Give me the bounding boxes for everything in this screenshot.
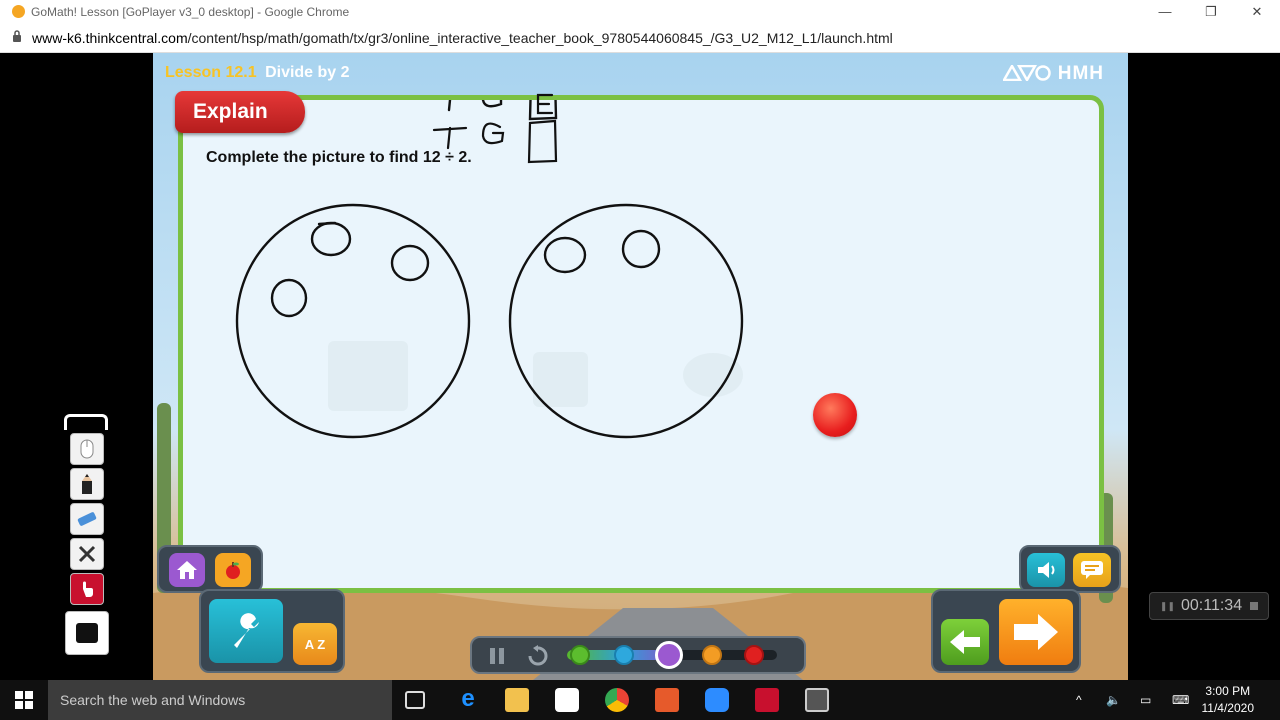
- pointer-app-icon[interactable]: [755, 688, 779, 712]
- step-2[interactable]: [614, 645, 634, 665]
- pause-button[interactable]: [486, 645, 508, 667]
- timer-value: 00:11:34: [1181, 597, 1243, 614]
- counter-drawn: [270, 278, 308, 318]
- speech-bubble-icon: [1081, 561, 1103, 579]
- url-text[interactable]: www-k6.thinkcentral.com/content/hsp/math…: [32, 30, 893, 46]
- eraser-icon: [77, 512, 97, 526]
- url-host: www-k6.thinkcentral.com: [32, 29, 188, 46]
- start-button[interactable]: [0, 680, 48, 720]
- whiteboard[interactable]: [178, 95, 1104, 593]
- screen-lock-tool[interactable]: [65, 611, 109, 655]
- screen-recorder-icon[interactable]: [805, 688, 829, 712]
- lesson-name: Divide by 2: [265, 64, 350, 81]
- captions-button[interactable]: [1073, 553, 1111, 587]
- wrench-icon: [234, 613, 259, 648]
- back-button[interactable]: [941, 619, 989, 665]
- screen: GoMath! Lesson [GoPlayer v3_0 desktop] -…: [0, 0, 1280, 720]
- pencil-tool[interactable]: [70, 468, 104, 500]
- system-clock[interactable]: 3:00 PM 11/4/2020: [1202, 683, 1255, 717]
- group-circle-1: [235, 203, 471, 439]
- address-bar[interactable]: www-k6.thinkcentral.com/content/hsp/math…: [0, 23, 1280, 53]
- counter-drawn: [543, 236, 587, 274]
- notifications-icon[interactable]: ▭: [1140, 680, 1151, 720]
- mouse-pointer-tool[interactable]: [70, 433, 104, 465]
- hmh-logo: HMH: [1002, 63, 1104, 85]
- step-1[interactable]: [570, 645, 590, 665]
- lock-icon: [12, 30, 26, 45]
- taskbar-search[interactable]: Search the web and Windows: [48, 680, 392, 720]
- lesson-heading: Lesson 12.1 Divide by 2: [165, 64, 350, 82]
- explain-banner: Explain: [175, 91, 305, 133]
- chrome-icon[interactable]: [605, 688, 629, 712]
- question-prompt: Complete the picture to find 12 ÷ 2.: [206, 149, 472, 166]
- keyboard-icon[interactable]: ⌨: [1172, 680, 1189, 720]
- pencil-icon: [82, 474, 92, 494]
- presentation-app-icon[interactable]: [655, 688, 679, 712]
- glossary-button[interactable]: A Z: [293, 623, 337, 665]
- annotation-toolbar: [64, 414, 110, 664]
- restore-button[interactable]: ❐: [1188, 0, 1234, 23]
- apple-icon: [226, 562, 240, 579]
- timer-pause-icon[interactable]: ❚❚: [1160, 601, 1175, 612]
- volume-icon[interactable]: 🔈: [1106, 680, 1121, 720]
- drawing-canvas[interactable]: [183, 100, 1099, 588]
- tools-tool[interactable]: [70, 538, 104, 570]
- replay-icon: [528, 645, 548, 666]
- brand-name: HMH: [1057, 63, 1104, 84]
- task-view-icon[interactable]: [405, 691, 425, 709]
- step-timeline: [470, 636, 806, 674]
- home-button[interactable]: [169, 553, 205, 587]
- mouse-icon: [80, 439, 94, 459]
- handwritten-t: [447, 100, 452, 112]
- red-counter[interactable]: [813, 393, 857, 437]
- counter-drawn: [390, 244, 430, 282]
- step-3-current[interactable]: [655, 641, 683, 669]
- next-button[interactable]: [999, 599, 1073, 665]
- step-4[interactable]: [702, 645, 722, 665]
- arrow-left-icon: [950, 630, 980, 654]
- clock-date: 11/4/2020: [1201, 701, 1255, 715]
- lesson-stage: Lesson 12.1 Divide by 2 HMH Explain Comp…: [153, 53, 1128, 680]
- replay-button[interactable]: [526, 644, 550, 668]
- counter-drawn: [310, 221, 352, 257]
- url-path: /content/hsp/math/gomath/tx/gr3/online_i…: [187, 29, 893, 46]
- pointer-hand-tool[interactable]: [70, 573, 104, 605]
- minimize-button[interactable]: —: [1142, 0, 1188, 23]
- timer-stop-icon[interactable]: [1250, 602, 1259, 610]
- home-icon: [177, 561, 197, 579]
- browser-titlebar: GoMath! Lesson [GoPlayer v3_0 desktop] -…: [0, 0, 1280, 23]
- close-button[interactable]: ✕: [1234, 0, 1280, 23]
- hand-pointer-icon: [83, 581, 93, 597]
- handwritten-box: [528, 100, 558, 121]
- counter-tail: [317, 221, 337, 226]
- step-5[interactable]: [744, 645, 764, 665]
- gomath-favicon-icon: [12, 5, 25, 18]
- file-explorer-icon[interactable]: [505, 688, 529, 712]
- arrow-right-icon: [1014, 614, 1058, 650]
- audio-button[interactable]: [1027, 553, 1065, 587]
- store-icon[interactable]: [555, 688, 579, 712]
- hammer-wrench-icon: [78, 545, 96, 563]
- hmh-triangles-icon: [1002, 63, 1052, 83]
- handwritten-g: [481, 100, 503, 108]
- clock-time: 3:00 PM: [1205, 684, 1251, 698]
- edge-icon[interactable]: e: [456, 687, 480, 712]
- lock-screen-icon: [76, 623, 98, 643]
- toolbar-drag-handle[interactable]: [64, 414, 108, 430]
- windows-taskbar: Search the web and Windows e ^ 🔈 ▭ ⌨ 3:0…: [0, 680, 1280, 720]
- windows-logo-icon: [15, 691, 33, 709]
- tools-button[interactable]: [209, 599, 283, 663]
- counter-drawn: [621, 229, 661, 269]
- zoom-icon[interactable]: [705, 688, 729, 712]
- apple-button[interactable]: [215, 553, 251, 587]
- speaker-icon: [1038, 562, 1055, 578]
- eraser-tool[interactable]: [70, 503, 104, 535]
- window-title: GoMath! Lesson [GoPlayer v3_0 desktop] -…: [31, 4, 350, 19]
- glossary-label: A Z: [304, 636, 326, 652]
- pause-icon: [490, 648, 504, 664]
- recording-timer: ❚❚ 00:11:34: [1149, 592, 1269, 620]
- lesson-number: Lesson 12.1: [165, 64, 257, 81]
- tray-overflow-icon[interactable]: ^: [1076, 680, 1082, 720]
